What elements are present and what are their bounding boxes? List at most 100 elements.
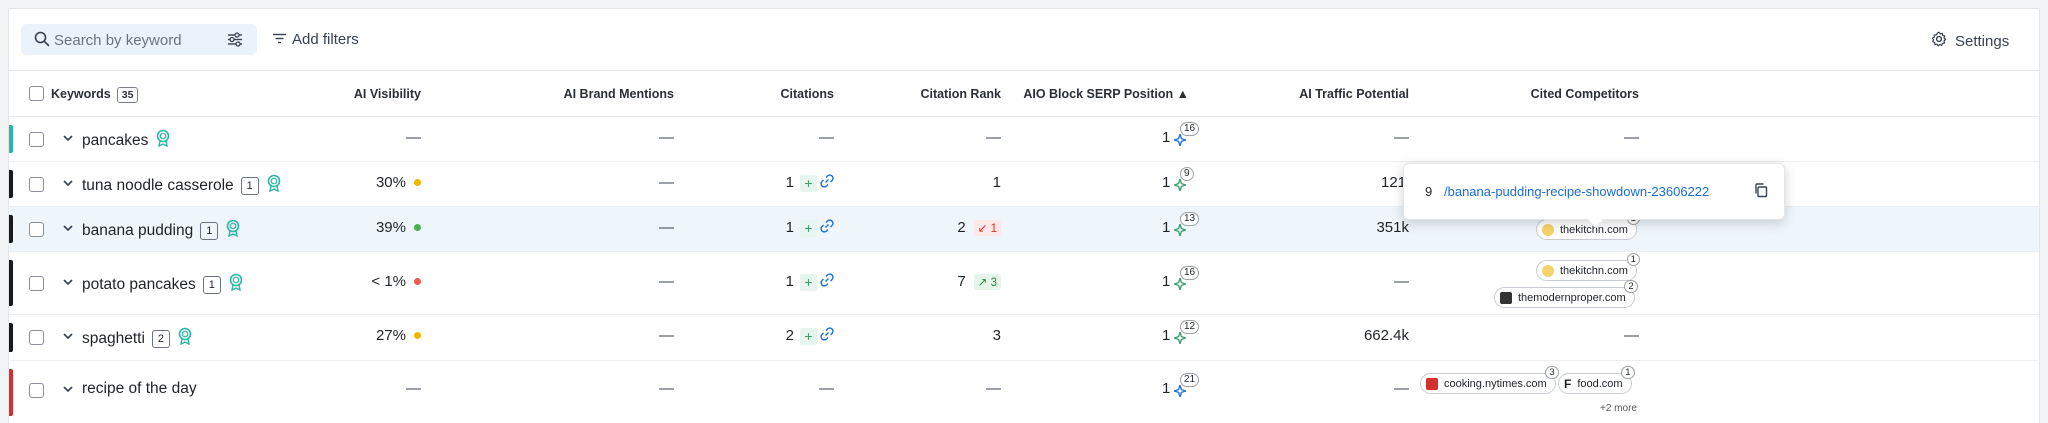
column-ai-visibility[interactable]: AI Visibility: [354, 87, 421, 101]
award-icon: [228, 273, 244, 296]
competitor-chip[interactable]: Ffood.com 1: [1558, 366, 1635, 394]
ai-visibility-cell: 27%: [376, 327, 421, 344]
search-box[interactable]: Search by keyword: [21, 24, 257, 55]
chevron-down-icon[interactable]: [62, 221, 74, 238]
search-options-icon[interactable]: [227, 32, 243, 52]
citations-value: 2: [785, 327, 794, 344]
chevron-down-icon[interactable]: [62, 176, 74, 193]
site-favicon-icon: [1426, 377, 1438, 390]
competitor-chip[interactable]: thekitchn.com1: [1536, 253, 1640, 281]
traffic-cell: 662.4k: [1363, 327, 1409, 344]
column-ai-traffic-potential[interactable]: AI Traffic Potential: [1299, 87, 1409, 101]
column-keywords[interactable]: Keywords 35: [51, 87, 139, 103]
popup-url-link[interactable]: /banana-pudding-recipe-showdown-23606222: [1444, 184, 1709, 199]
serp-position-value: 1: [1162, 129, 1171, 146]
competitor-count-badge: 1: [1621, 366, 1635, 379]
serp-position-value: 1: [1162, 327, 1171, 344]
ai-visibility-cell: 39%: [376, 219, 421, 236]
column-cited-competitors[interactable]: Cited Competitors: [1531, 87, 1639, 101]
table-row[interactable]: spaghetti 2 27% — 2 + 3 1 12 662.4k —: [9, 315, 2039, 361]
competitor-chip[interactable]: themodernproper.com 2: [1494, 280, 1638, 308]
citations-cell[interactable]: 1 +: [786, 174, 834, 192]
keyword-cell[interactable]: recipe of the day: [82, 380, 197, 398]
column-aio-label: AIO Block SERP Position: [1023, 87, 1174, 101]
link-icon[interactable]: [820, 174, 834, 192]
add-filters-button[interactable]: Add filters: [273, 31, 359, 48]
ai-visibility-cell: 30%: [376, 174, 421, 191]
serp-position-value: 1: [1162, 174, 1171, 191]
row-status-bar: [9, 170, 13, 198]
row-checkbox[interactable]: [29, 383, 44, 398]
competitor-chip[interactable]: thekitchn.com1: [1536, 212, 1640, 240]
row-checkbox[interactable]: [29, 276, 44, 291]
brand-mentions-cell: —: [659, 327, 674, 344]
settings-button[interactable]: Settings: [1931, 31, 2009, 51]
column-aio-block-serp-position[interactable]: AIO Block SERP Position ▲: [1023, 87, 1189, 101]
table-row[interactable]: potato pancakes 1 < 1% — 1 + 7 ↗ 3 1 16 — th…: [9, 252, 2039, 315]
competitor-count-badge: 3: [1545, 366, 1559, 379]
keyword-cell[interactable]: pancakes: [82, 129, 171, 152]
competitors-cell: —: [1624, 129, 1639, 146]
keyword-cell[interactable]: potato pancakes 1: [82, 273, 244, 296]
chevron-down-icon[interactable]: [62, 131, 74, 148]
link-icon[interactable]: [820, 219, 834, 237]
brand-mentions-cell: —: [659, 129, 674, 146]
ai-visibility-cell: < 1%: [371, 273, 421, 290]
keywords-panel: Search by keyword Add filters Settings K…: [8, 8, 2040, 423]
add-citation-icon[interactable]: +: [800, 327, 817, 345]
link-icon[interactable]: [820, 327, 834, 345]
keyword-cell[interactable]: tuna noodle casserole 1: [82, 174, 282, 197]
table-row[interactable]: recipe of the day — — — — 1 21 — cooking.…: [9, 361, 2039, 423]
link-icon[interactable]: [820, 273, 834, 291]
column-ai-brand-mentions[interactable]: AI Brand Mentions: [564, 87, 674, 101]
rank-change-badge: ↗ 3: [973, 274, 1001, 291]
citations-cell[interactable]: 1 +: [786, 273, 834, 291]
serp-position-cell[interactable]: 1 16: [1162, 266, 1200, 293]
keyword-cell[interactable]: spaghetti 2: [82, 327, 193, 350]
citations-cell[interactable]: 1 +: [786, 219, 834, 237]
select-all-checkbox[interactable]: [29, 86, 44, 101]
serp-position-cell[interactable]: 1 21: [1162, 373, 1200, 400]
more-competitors-link[interactable]: +2 more: [1600, 403, 1637, 414]
settings-label: Settings: [1955, 32, 2010, 50]
add-citation-icon[interactable]: +: [800, 219, 817, 237]
citation-rank-cell: 3: [992, 327, 1001, 344]
row-checkbox[interactable]: [29, 132, 44, 147]
serp-position-cell[interactable]: 1 16: [1162, 122, 1200, 149]
keyword-tag-badge: 1: [240, 176, 259, 195]
row-checkbox[interactable]: [29, 177, 44, 192]
chevron-down-icon[interactable]: [62, 382, 74, 399]
citations-cell[interactable]: 2 +: [786, 327, 834, 345]
chevron-down-icon[interactable]: [62, 275, 74, 292]
site-favicon-icon: [1542, 223, 1554, 236]
table-row[interactable]: pancakes — — — — 1 16 — —: [9, 117, 2039, 162]
add-filters-label: Add filters: [292, 31, 359, 48]
search-input[interactable]: Search by keyword: [54, 32, 182, 49]
add-citation-icon[interactable]: +: [800, 273, 817, 291]
row-status-bar: [9, 323, 13, 352]
serp-position-cell[interactable]: 19: [1162, 167, 1194, 194]
keyword-text: potato pancakes: [82, 275, 196, 293]
column-citation-rank[interactable]: Citation Rank: [920, 87, 1001, 101]
row-checkbox[interactable]: [29, 222, 44, 237]
serp-position-cell[interactable]: 1 13: [1162, 212, 1200, 239]
traffic-cell: —: [1394, 273, 1409, 290]
chevron-down-icon[interactable]: [62, 329, 74, 346]
rank-change-value: 1: [990, 223, 997, 236]
add-citation-icon[interactable]: +: [800, 174, 817, 192]
copy-icon[interactable]: [1754, 183, 1768, 203]
column-citations[interactable]: Citations: [781, 87, 834, 101]
competitor-chip[interactable]: cooking.nytimes.com 3: [1420, 366, 1559, 394]
row-status-bar: [9, 260, 13, 306]
keyword-cell[interactable]: banana pudding 1: [82, 219, 241, 242]
row-checkbox[interactable]: [29, 330, 44, 345]
brand-mentions-cell: —: [659, 380, 674, 397]
serp-position-cell[interactable]: 1 12: [1162, 320, 1200, 347]
keyword-tag-badge: 1: [202, 275, 221, 294]
citation-rank-cell: 1: [992, 174, 1001, 191]
citation-rank-value: 7: [957, 273, 966, 290]
brand-mentions-cell: —: [659, 273, 674, 290]
arrow-up-right-icon: ↗: [977, 277, 988, 290]
competitor-count-badge: 2: [1624, 280, 1638, 293]
keyword-text: banana pudding: [82, 221, 194, 239]
